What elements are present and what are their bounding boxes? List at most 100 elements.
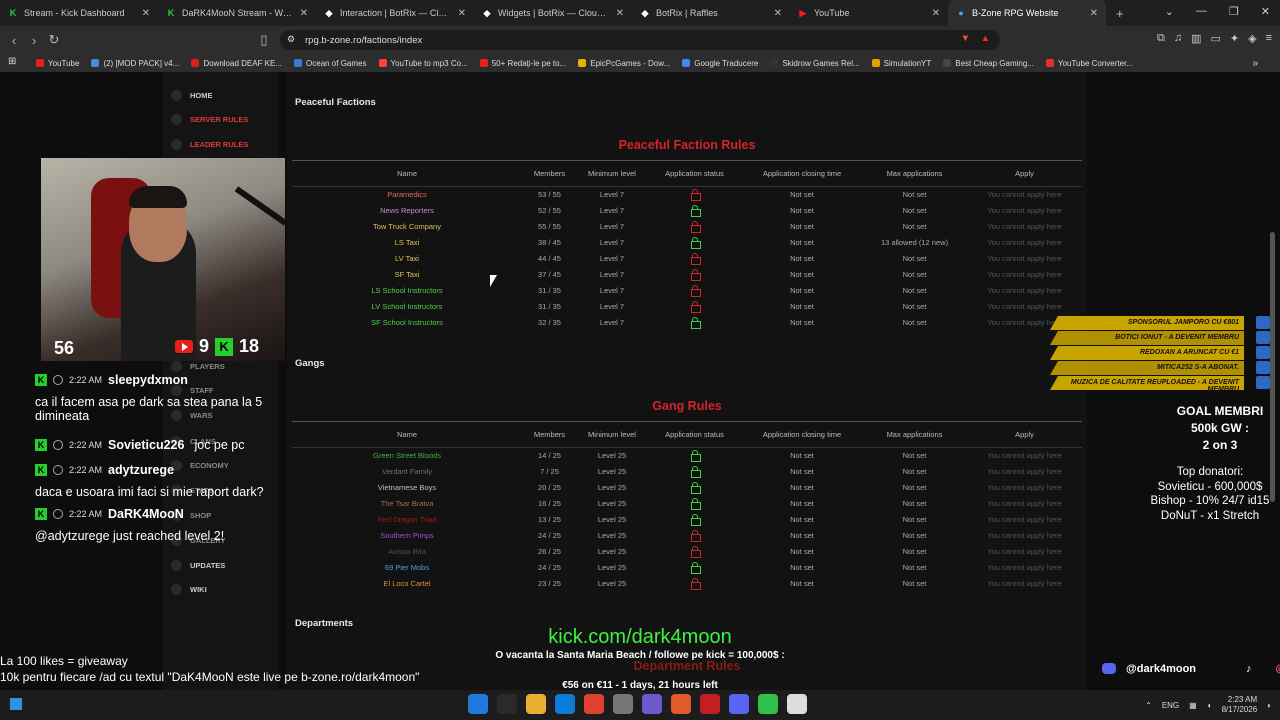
faction-name[interactable]: El Loco Cartel	[292, 576, 522, 592]
bookmark-item[interactable]: Download DEAF KE...	[191, 59, 282, 68]
faction-name[interactable]: Red Dragon Triad	[292, 512, 522, 528]
faction-name[interactable]: LV Taxi	[292, 251, 522, 267]
bookmark-item[interactable]: (2) [MOD PACK] v4...	[91, 59, 179, 68]
menu-icon[interactable]: ≡	[1266, 32, 1272, 45]
faction-name[interactable]: Paramedics	[292, 187, 522, 203]
close-tab-icon[interactable]: ✕	[1090, 8, 1098, 19]
sidebar-item-home[interactable]: HOME	[171, 90, 213, 101]
vpn-icon[interactable]: ◈	[1248, 32, 1256, 45]
bookmark-favicon-icon	[871, 59, 880, 67]
sidebar-icon[interactable]: ▥	[1191, 32, 1201, 45]
volume-icon[interactable]: ◖	[1207, 701, 1212, 710]
url-input[interactable]: ⚙ rpg.b-zone.ro/factions/index ▼ ▲	[280, 30, 1000, 50]
gang-rules-link[interactable]: Gang Rules	[287, 399, 1087, 413]
taskbar-app-icon[interactable]	[700, 694, 720, 714]
close-tab-icon[interactable]: ✕	[458, 8, 466, 19]
chevron-down-icon[interactable]: ⌄	[1165, 5, 1174, 18]
tab-7[interactable]: ● B-Zone RPG Website ✕	[948, 0, 1106, 26]
faction-name[interactable]: 69 Pier Mobs	[292, 560, 522, 576]
faction-name[interactable]: Vietnamese Boys	[292, 480, 522, 496]
tab-6[interactable]: ▶ YouTube ✕	[790, 0, 948, 26]
close-tab-icon[interactable]: ✕	[300, 8, 308, 19]
network-icon[interactable]: ▦	[1189, 701, 1197, 710]
taskbar-app-icon[interactable]	[671, 694, 691, 714]
close-tab-icon[interactable]: ✕	[142, 8, 150, 19]
faction-name[interactable]: News Reporters	[292, 203, 522, 219]
site-info-icon[interactable]: ⚙	[287, 34, 295, 45]
close-icon[interactable]: ✕	[1261, 5, 1270, 18]
bookmark-item[interactable]: YouTube Converter...	[1045, 59, 1133, 68]
clock[interactable]: 2:23 AM 8/17/2026	[1222, 695, 1258, 715]
tab-5[interactable]: ◆ BotRix | Raffles ✕	[632, 0, 790, 26]
bookmark-item[interactable]: EpicPcGames - Dow...	[578, 59, 670, 68]
faction-name[interactable]: LV School Instructors	[292, 299, 522, 315]
task-view-icon[interactable]	[10, 698, 22, 710]
back-icon[interactable]: ‹	[4, 33, 24, 48]
faction-name[interactable]: Tow Truck Company	[292, 219, 522, 235]
faction-name[interactable]: LS Taxi	[292, 235, 522, 251]
faction-members: 32 / 35	[538, 318, 561, 327]
tab-3[interactable]: ◆ Interaction | BotRix — Cloud Stream ✕	[316, 0, 474, 26]
bookmark-item[interactable]: YouTube	[36, 59, 79, 68]
top-donors: Top donatori: Sovieticu - 600,000$ Bisho…	[1140, 465, 1280, 523]
taskbar-app-icon[interactable]	[729, 694, 749, 714]
taskbar-app-icon[interactable]	[642, 694, 662, 714]
sidebar-item-updates[interactable]: UPDATES	[171, 560, 225, 571]
table-row: Vietnamese Boys 20 / 25 Level 25 Not set Not…	[292, 480, 1082, 496]
taskbar-app-icon[interactable]	[758, 694, 778, 714]
tab-2[interactable]: K DaRK4MooN Stream - Watch Live on ✕	[158, 0, 316, 26]
taskbar-app-icon[interactable]	[526, 694, 546, 714]
minimize-icon[interactable]: —	[1196, 5, 1207, 18]
faction-name[interactable]: Green Street Bloods	[292, 448, 522, 464]
notifications-icon[interactable]: ◐	[1267, 701, 1272, 710]
peaceful-rules-link[interactable]: Peaceful Faction Rules	[287, 138, 1087, 152]
sidebar-item-server-rules[interactable]: SERVER RULES	[171, 114, 248, 125]
taskbar-app-icon[interactable]	[613, 694, 633, 714]
maximize-icon[interactable]: ❐	[1229, 5, 1239, 18]
more-bookmarks-icon[interactable]: »	[1252, 58, 1258, 69]
youtube-icon: ▶	[799, 7, 807, 18]
taskbar-app-icon[interactable]	[787, 694, 807, 714]
close-tab-icon[interactable]: ✕	[932, 8, 940, 19]
tab-1[interactable]: K Stream - Kick Dashboard ✕	[0, 0, 158, 26]
extensions-icon[interactable]: ⧉	[1157, 32, 1165, 45]
faction-name[interactable]: SF Taxi	[292, 267, 522, 283]
tab-4[interactable]: ◆ Widgets | BotRix — Cloud Streamin ✕	[474, 0, 632, 26]
sidebar-item-wiki[interactable]: WIKI	[171, 584, 207, 595]
bookmark-item[interactable]: SimulationYT	[871, 59, 931, 68]
new-tab-icon[interactable]: +	[1116, 6, 1124, 21]
faction-name[interactable]: The Tsar Bratva	[292, 496, 522, 512]
close-tab-icon[interactable]: ✕	[774, 8, 782, 19]
reload-icon[interactable]: ↻	[44, 32, 64, 48]
taskbar-app-icon[interactable]	[497, 694, 517, 714]
brave-shield-icon[interactable]: ▼	[961, 33, 970, 44]
wallet-icon[interactable]: ▭	[1210, 32, 1220, 45]
bookmark-item[interactable]: Google Traducere	[682, 59, 758, 68]
faction-name[interactable]: Verdant Family	[292, 464, 522, 480]
bookmark-item[interactable]: Best Cheap Gaming...	[943, 59, 1034, 68]
apps-grid-icon[interactable]: ⊞	[8, 56, 16, 67]
close-tab-icon[interactable]: ✕	[616, 8, 624, 19]
taskbar-app-icon[interactable]	[584, 694, 604, 714]
taskbar-app-icon[interactable]	[555, 694, 575, 714]
sidebar-item-players[interactable]: PLAYERS	[171, 361, 225, 372]
bookmark-item[interactable]: Ocean of Games	[294, 59, 367, 68]
tray-chevron-icon[interactable]: ⌃	[1145, 701, 1152, 710]
music-icon[interactable]: ♫	[1174, 32, 1182, 45]
brave-rewards-icon[interactable]: ▲	[981, 33, 990, 44]
faction-name[interactable]: LS School Instructors	[292, 283, 522, 299]
bookmark-item[interactable]: YouTube to mp3 Co...	[378, 59, 468, 68]
bookmark-icon[interactable]: ▯	[254, 32, 274, 48]
faction-name[interactable]: SF School Instructors	[292, 315, 522, 331]
language-indicator[interactable]: ENG	[1162, 701, 1179, 710]
faction-name[interactable]: Avispa Rifa	[292, 544, 522, 560]
forward-icon[interactable]: ›	[24, 33, 44, 48]
taskbar-app-icon[interactable]	[468, 694, 488, 714]
sidebar-item-leader-rules[interactable]: LEADER RULES	[171, 139, 248, 150]
bookmark-item[interactable]: 50+ Redați-le pe to...	[479, 59, 566, 68]
sub-icon	[1256, 331, 1270, 344]
sidebar-item-economy[interactable]: ECONOMY	[171, 460, 229, 471]
bookmark-item[interactable]: Skidrow Games Rel...	[770, 59, 860, 68]
ai-icon[interactable]: ✦	[1230, 32, 1239, 45]
faction-name[interactable]: Southern Pimps	[292, 528, 522, 544]
